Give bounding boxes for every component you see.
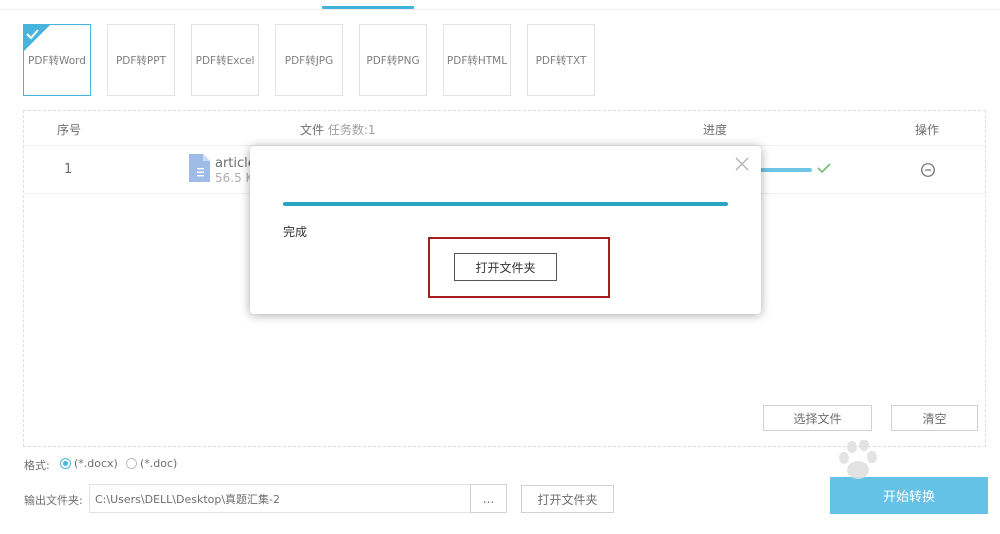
conversion-dialog: 完成 打开文件夹 bbox=[250, 146, 761, 314]
dialog-progress-bar bbox=[283, 202, 728, 206]
dialog-open-folder-button[interactable]: 打开文件夹 bbox=[454, 253, 557, 281]
dialog-status: 完成 bbox=[283, 225, 308, 239]
close-icon[interactable] bbox=[735, 157, 749, 171]
